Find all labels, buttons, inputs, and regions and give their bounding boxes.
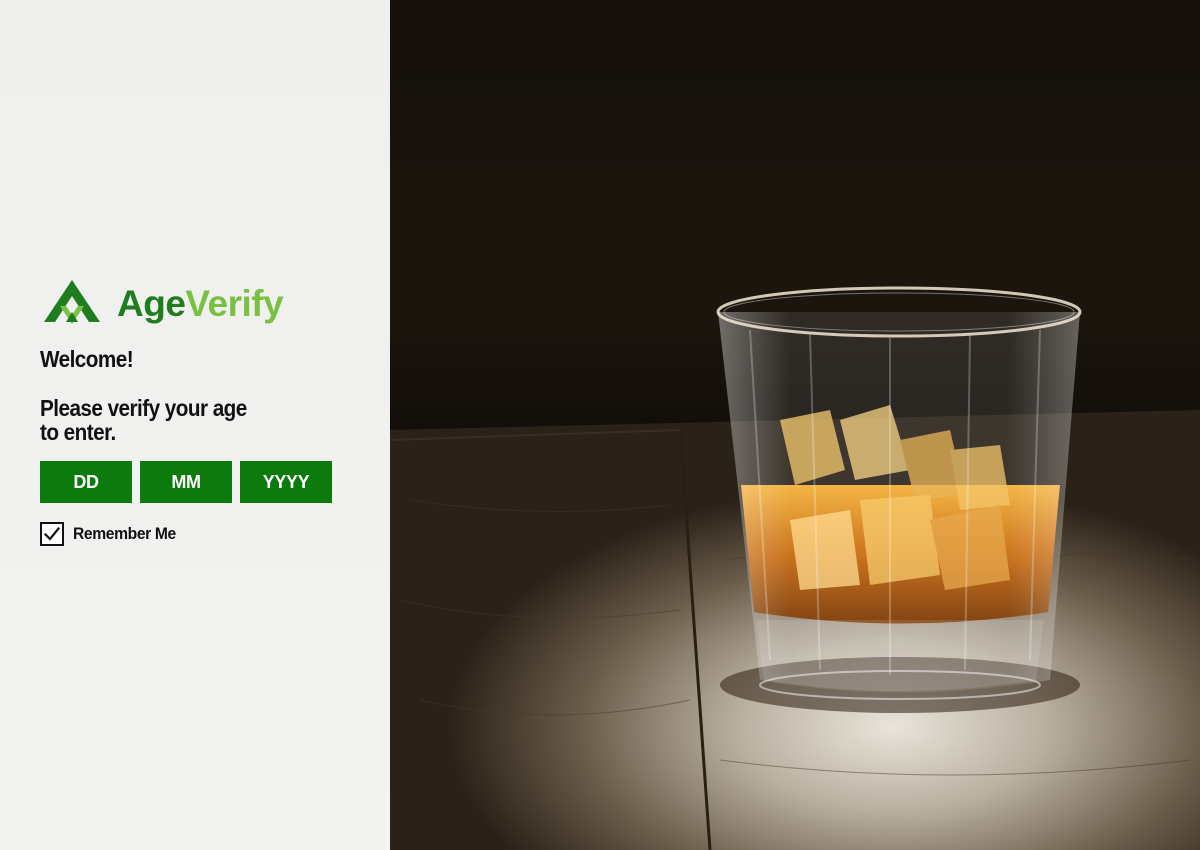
brand-logo: AgeVerify (42, 278, 284, 328)
month-input[interactable] (140, 461, 232, 503)
day-input[interactable] (40, 461, 132, 503)
checkmark-icon (43, 526, 61, 541)
date-of-birth-fields (40, 461, 332, 503)
whiskey-glass-photo (390, 0, 1200, 850)
age-prompt: Please verify your age to enter. (40, 395, 247, 445)
brand-name-age: Age (117, 282, 186, 324)
welcome-heading: Welcome! (40, 346, 134, 372)
brand-name: AgeVerify (117, 282, 284, 324)
year-input[interactable] (240, 461, 332, 503)
age-gate-panel: AgeVerify Welcome! Please verify your ag… (0, 0, 390, 850)
age-verify-logo-icon (44, 280, 100, 324)
brand-name-verify: Verify (185, 282, 284, 324)
remember-me-label: Remember Me (73, 524, 176, 543)
remember-me-toggle[interactable]: Remember Me (40, 522, 185, 546)
remember-me-checkbox[interactable] (40, 522, 64, 546)
